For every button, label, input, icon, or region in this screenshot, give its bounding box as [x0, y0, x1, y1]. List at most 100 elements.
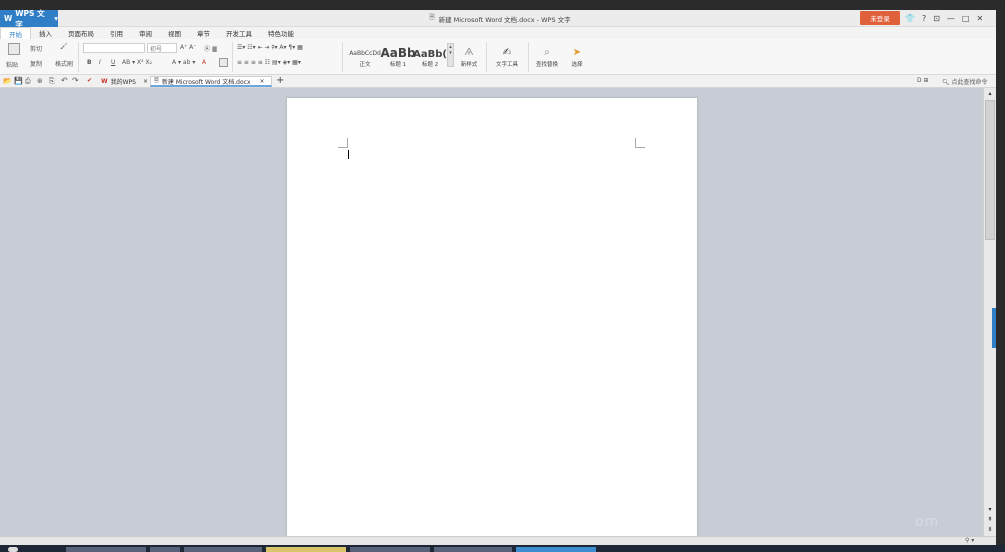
style-normal[interactable]: AaBbCcDd 正文	[348, 42, 382, 68]
margin-mark-left	[338, 138, 348, 148]
export-pdf-icon[interactable]: ⎙	[25, 77, 31, 86]
document-title: 🗎 新建 Microsoft Word 文档.docx - WPS 文字	[429, 13, 571, 24]
copy-button[interactable]: 复制	[30, 59, 42, 68]
search-icon: 🔍︎	[942, 79, 950, 86]
taskbar-item[interactable]	[184, 547, 262, 552]
status-bar: ⚲ ▾	[0, 536, 996, 545]
doc-file-icon: 🗎	[429, 13, 435, 21]
add-tab-icon[interactable]: +	[276, 75, 284, 86]
right-edge	[996, 10, 1005, 552]
help-button[interactable]: ?	[922, 14, 926, 23]
undo-icon[interactable]: ↶	[61, 76, 68, 85]
scroll-thumb[interactable]	[985, 100, 995, 240]
underline-button[interactable]: U	[111, 59, 115, 66]
cut-button[interactable]: 剪切	[30, 44, 42, 53]
close-tab-icon[interactable]: ×	[260, 78, 265, 85]
restore-ribbon-icon[interactable]: ⊡	[933, 14, 940, 23]
redo-icon[interactable]: ↷	[72, 76, 79, 85]
open-icon[interactable]: 📂	[3, 77, 12, 85]
wps-window: W WPS 文字 ▾ 🗎 新建 Microsoft Word 文档.docx -…	[0, 0, 1005, 552]
align-icons[interactable]: ≡ ≡ ≡ ≡ ☷ ▤▾ ◈▾ ▦▾	[237, 59, 301, 66]
format-painter-button[interactable]: 格式刷	[55, 59, 73, 68]
font-color-button[interactable]: A	[202, 59, 206, 66]
save-icon[interactable]: 💾	[14, 77, 23, 85]
scroll-up-icon[interactable]: ▴	[985, 90, 995, 98]
clear-format-icon[interactable]: Ⓐ ䷀	[204, 44, 217, 53]
taskbar-item[interactable]	[350, 547, 430, 552]
top-strip	[0, 0, 1005, 10]
paste-icon[interactable]	[8, 43, 20, 57]
window-controls: 👕 ? ⊡ — □ ✕	[903, 10, 996, 27]
minimize-icon[interactable]: —	[947, 14, 955, 23]
tab-review[interactable]: 审阅	[131, 27, 160, 39]
text-tools-icon: ✍	[502, 47, 512, 58]
wps-logo-icon: W	[4, 14, 13, 23]
app-menu-button[interactable]: W WPS 文字 ▾	[0, 9, 58, 29]
paste-button[interactable]: 粘贴	[6, 60, 18, 69]
quick-access-bar: 📂 💾 ⎙ ⊛ ⎘ ↶ ↷ ✔ W 我的WPS × 🗎 新建 Microsoft…	[0, 75, 996, 88]
divider	[528, 42, 529, 72]
tab-developer[interactable]: 开发工具	[218, 27, 260, 39]
tab-view[interactable]: 视图	[160, 27, 189, 39]
margin-mark-right	[635, 138, 645, 148]
taskbar-item[interactable]	[66, 547, 146, 552]
ribbon-tabs: 开始 插入 页面布局 引用 审阅 视图 章节 开发工具 特色功能	[0, 27, 996, 39]
document-page[interactable]	[287, 98, 697, 544]
tab-my-wps[interactable]: W 我的WPS ×	[98, 76, 151, 87]
chevron-down-icon: ▾	[54, 14, 58, 23]
strikethrough-button[interactable]: AB ▾ X² X₂	[122, 59, 152, 66]
style-gallery-scroll[interactable]: ▴ ▾	[447, 43, 454, 67]
grow-font-icon[interactable]: A⁺ A⁻	[180, 44, 196, 51]
title-bar: W WPS 文字 ▾ 🗎 新建 Microsoft Word 文档.docx -…	[0, 9, 996, 29]
tab-home[interactable]: 开始	[0, 27, 31, 39]
login-button[interactable]: 未登录	[860, 11, 900, 25]
doc-file-icon: 🗎	[154, 77, 159, 84]
tab-section[interactable]: 章节	[189, 27, 218, 39]
next-page-icon[interactable]: ⇟	[985, 526, 995, 534]
text-effect-icon[interactable]: A ▾ ab ▾	[172, 59, 195, 66]
text-cursor	[348, 150, 349, 159]
location-icon[interactable]: ⚲ ▾	[965, 537, 974, 544]
print-icon[interactable]: ⊛	[37, 77, 43, 85]
taskbar-item[interactable]	[516, 547, 596, 552]
taskbar-item[interactable]	[434, 547, 512, 552]
tab-references[interactable]: 引用	[102, 27, 131, 39]
select-button[interactable]: ➤ 选择	[564, 42, 590, 68]
new-style-button[interactable]: Ѧ 新样式	[455, 42, 483, 68]
cursor-icon: ➤	[572, 47, 582, 58]
ribbon: 粘贴 剪切 复制 格式刷 🖌 初号 A⁺ A⁻ Ⓐ ䷀ B I U AB ▾ X…	[0, 39, 996, 75]
start-button[interactable]	[8, 547, 18, 552]
check-icon[interactable]: ✔	[87, 77, 92, 84]
close-tab-icon[interactable]: ×	[143, 78, 148, 85]
maximize-icon[interactable]: □	[962, 14, 970, 23]
new-style-icon: Ѧ	[464, 47, 474, 58]
brush-icon: 🖌	[60, 43, 68, 50]
shirt-icon[interactable]: 👕	[905, 14, 915, 23]
tab-insert[interactable]: 插入	[31, 27, 60, 39]
preview-icon[interactable]: ⎘	[49, 77, 55, 86]
text-tools-button[interactable]: ✍ 文字工具	[490, 42, 524, 68]
style-heading-2[interactable]: AaBb( 标题 2	[413, 42, 447, 68]
bold-button[interactable]: B	[87, 59, 92, 66]
find-replace-button[interactable]: ⌕ 查找替换	[532, 42, 562, 68]
tab-features[interactable]: 特色功能	[260, 27, 302, 39]
bullet-list-icon[interactable]: ☰▾ ☷▾ ⇤ ⇥ ‡▾ A▾ ¶▾ ▦	[237, 44, 303, 51]
divider	[78, 42, 79, 72]
vertical-scrollbar[interactable]: ▴ ▾ ⇞ ⇟	[983, 88, 996, 544]
tab-page-layout[interactable]: 页面布局	[60, 27, 102, 39]
close-icon[interactable]: ✕	[976, 14, 983, 23]
tab-document[interactable]: 🗎 新建 Microsoft Word 文档.docx ×	[150, 76, 272, 87]
search-command-box[interactable]: 🔍︎ 点此查找命令	[942, 77, 988, 86]
font-size-field[interactable]: 初号	[147, 43, 177, 53]
taskbar-item[interactable]	[266, 547, 346, 552]
sidebar-toggle-icon[interactable]: D ⊞	[917, 77, 929, 84]
style-heading-1[interactable]: AaBb 标题 1	[380, 42, 415, 68]
scroll-down-icon[interactable]: ▾	[985, 506, 995, 514]
font-name-field[interactable]	[83, 43, 145, 53]
taskbar-item[interactable]	[150, 547, 180, 552]
italic-button[interactable]: I	[99, 59, 101, 66]
prev-page-icon[interactable]: ⇞	[985, 516, 995, 524]
divider	[342, 42, 343, 72]
char-border-icon[interactable]	[219, 58, 228, 69]
divider	[232, 42, 233, 72]
